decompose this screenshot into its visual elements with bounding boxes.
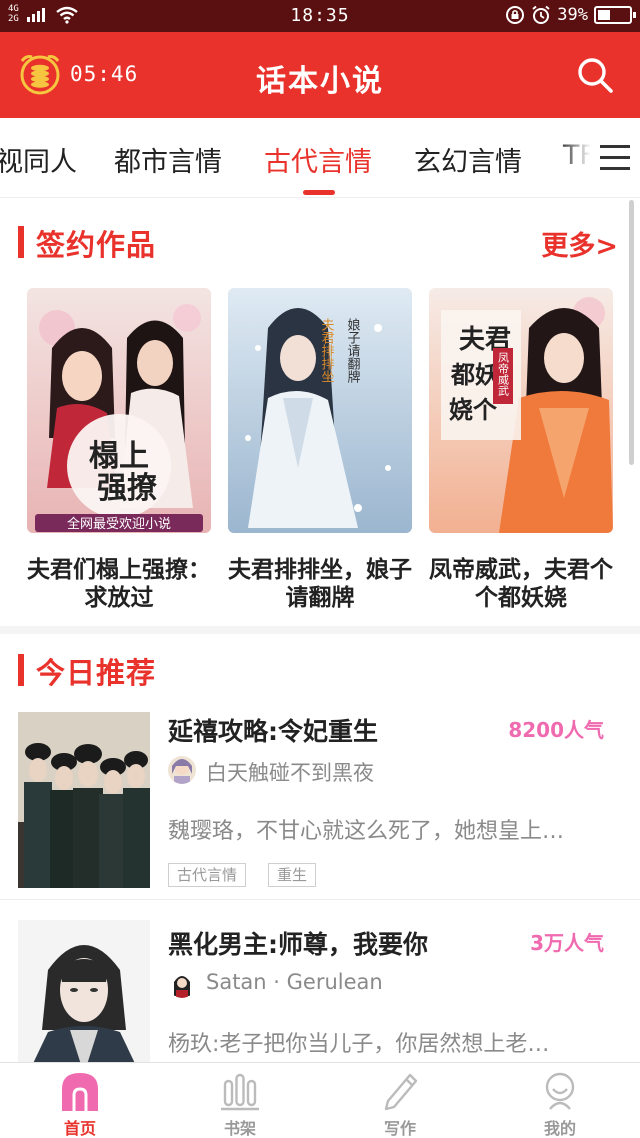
genre-tag[interactable]: 古代言情 (168, 863, 247, 887)
svg-text:榻上: 榻上 (89, 439, 149, 474)
active-tab-indicator (303, 190, 335, 195)
section-marker (18, 226, 24, 258)
book-thumbnail-art (18, 920, 150, 1074)
nav-label: 书架 (223, 1119, 256, 1138)
book-title[interactable]: 夫君们榻上强撩：求放过 (19, 556, 219, 612)
book-cover-art: 榻上 强撩 全网最受欢迎小说 (27, 288, 211, 533)
nav-profile[interactable]: 我的 (480, 1063, 640, 1138)
book-thumbnail[interactable] (18, 920, 150, 1074)
popularity-count: 8200人气 (508, 718, 604, 742)
svg-text:夫君排排坐: 夫君排排坐 (319, 318, 335, 383)
home-icon (62, 1073, 98, 1111)
nav-home[interactable]: 首页 (0, 1063, 160, 1138)
battery-icon (594, 6, 636, 24)
section-title: 签约作品 (36, 228, 157, 262)
category-tabs: 视同人 都市言情 古代言情 玄幻言情 TF (0, 118, 640, 198)
svg-text:强撩: 强撩 (97, 471, 157, 506)
tab-fantasy-romance[interactable]: 玄幻言情 (414, 140, 522, 179)
book-cover[interactable]: 夫君 都妖 娆个 凤帝威武 (429, 288, 613, 533)
nav-bookshelf[interactable]: 书架 (160, 1063, 320, 1138)
app-header: 05:46 话本小说 (0, 32, 640, 118)
recommend-header: 今日推荐 (18, 650, 318, 690)
svg-text:娘子请翻牌: 娘子请翻牌 (345, 318, 361, 383)
menu-icon (600, 145, 630, 171)
svg-text:娆个: 娆个 (449, 395, 498, 424)
nav-write[interactable]: 写作 (320, 1063, 480, 1138)
svg-text:都妖: 都妖 (450, 360, 499, 389)
book-cover[interactable]: 夫君排排坐 娘子请翻牌 (228, 288, 412, 533)
book-description: 魏璎珞，不甘心就这么死了，她想皇上… (168, 819, 565, 844)
book-cover[interactable]: 榻上 强撩 全网最受欢迎小说 (27, 288, 211, 533)
author-avatar[interactable] (168, 756, 196, 784)
book-cover-art: 夫君排排坐 娘子请翻牌 (228, 288, 412, 533)
status-bar: 4G 2G 18:35 39% (0, 0, 640, 32)
tab-ancient-romance[interactable]: 古代言情 (264, 140, 372, 179)
alarm-icon (532, 5, 550, 24)
popularity-count: 3万人气 (530, 931, 604, 955)
tabs-menu-button[interactable] (558, 118, 640, 197)
battery-percent: 39% (557, 5, 588, 25)
lock-rotation-icon (506, 6, 525, 24)
nav-label: 首页 (63, 1119, 96, 1138)
book-title[interactable]: 黑化男主:师尊，我要你 (168, 925, 428, 961)
svg-text:凤帝威武: 凤帝威武 (497, 352, 510, 396)
book-cover-art: 夫君 都妖 娆个 凤帝威武 (429, 288, 613, 533)
author-avatar[interactable] (168, 970, 196, 998)
nav-label: 我的 (543, 1119, 576, 1138)
author-name[interactable]: Satan · Gerulean (206, 970, 383, 994)
scrollbar[interactable] (629, 200, 634, 465)
bottom-navigation: 首页 书架 写作 我的 (0, 1062, 640, 1138)
bookshelf-icon (221, 1073, 259, 1111)
profile-icon (545, 1072, 575, 1110)
section-divider (0, 626, 640, 634)
book-thumbnail-art (18, 712, 150, 888)
list-item[interactable]: 延禧攻略:令妃重生 8200人气 白天触碰不到黑夜 魏璎珞，不甘心就这么死了，她… (0, 700, 640, 900)
section-marker (18, 654, 24, 686)
book-title[interactable]: 夫君排排坐，娘子请翻牌 (220, 556, 420, 612)
signed-works-header: 签约作品 (18, 222, 622, 262)
cover-banner: 全网最受欢迎小说 (67, 516, 171, 532)
author-name[interactable]: 白天触碰不到黑夜 (206, 757, 374, 787)
book-thumbnail[interactable] (18, 712, 150, 888)
book-description: 杨玖:老子把你当儿子，你居然想上老… (168, 1032, 550, 1057)
book-title[interactable]: 凤帝威武，夫君个个都妖娆 (421, 556, 621, 612)
app-title: 话本小说 (256, 64, 384, 99)
avatar-image (168, 756, 196, 784)
nav-label: 写作 (383, 1119, 416, 1138)
section-title: 今日推荐 (36, 656, 157, 690)
pen-icon (384, 1073, 418, 1111)
tab-fan-fiction[interactable]: 视同人 (0, 140, 77, 179)
genre-tag[interactable]: 重生 (268, 863, 317, 887)
tab-urban-romance[interactable]: 都市言情 (114, 140, 222, 179)
search-icon[interactable] (576, 56, 614, 94)
avatar-image (168, 970, 196, 998)
book-title[interactable]: 延禧攻略:令妃重生 (168, 712, 378, 748)
more-link[interactable]: 更多> (541, 224, 618, 263)
